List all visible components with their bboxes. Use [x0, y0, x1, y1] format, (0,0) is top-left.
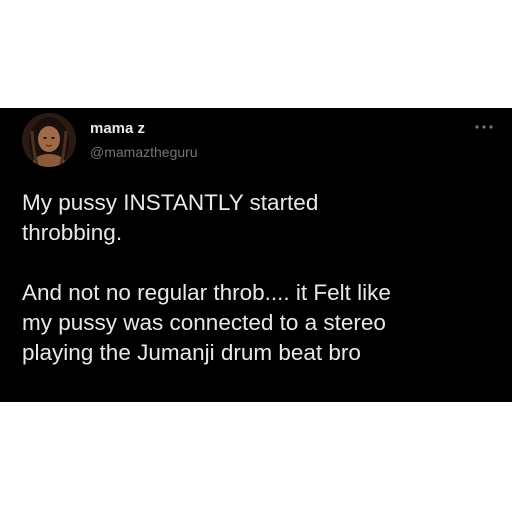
more-horizontal-icon[interactable] — [474, 124, 494, 130]
display-name[interactable]: mama z — [90, 120, 145, 137]
tweet-text: My pussy INSTANTLY started throbbing. An… — [22, 188, 494, 368]
tweet-card: mama z @mamaztheguru My pussy INSTANTLY … — [0, 108, 512, 402]
user-handle[interactable]: @mamaztheguru — [90, 144, 198, 160]
page: mama z @mamaztheguru My pussy INSTANTLY … — [0, 0, 512, 512]
avatar[interactable] — [22, 113, 76, 167]
tweet-paragraph: My pussy INSTANTLY started throbbing. — [22, 190, 319, 245]
tweet-paragraph: And not no regular throb.... it Felt lik… — [22, 280, 391, 365]
avatar-photo-icon — [22, 113, 76, 167]
